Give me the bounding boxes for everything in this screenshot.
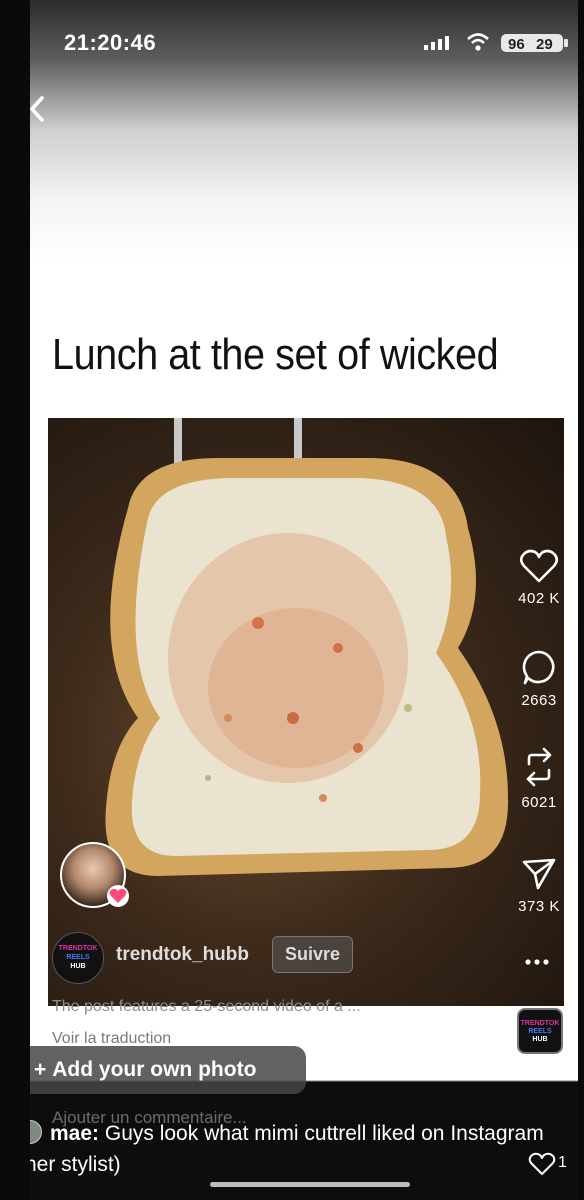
comment-action[interactable]: 2663 — [504, 648, 574, 709]
logo-line-2: REELS — [66, 954, 90, 961]
heart-badge-icon — [107, 885, 129, 907]
follow-button[interactable]: Suivre — [272, 936, 354, 973]
share-count: 373 K — [518, 898, 560, 915]
account-logo[interactable]: TRENDTOK REELS HUB — [52, 932, 104, 984]
status-bar: 21:20:46 96 29 — [30, 0, 578, 80]
caption-text: Guys look what mimi cuttrell liked on In… — [30, 1122, 544, 1176]
post-description[interactable]: The post features a 25-second video of a… — [52, 998, 361, 1016]
device-frame-right — [578, 0, 584, 1200]
more-options-icon[interactable] — [524, 956, 550, 968]
home-indicator — [210, 1182, 410, 1187]
corner-logo-line-3: HUB — [532, 1036, 548, 1043]
corner-logo-line-1: TRENDTOK — [520, 1020, 560, 1027]
back-arrow-icon[interactable] — [30, 92, 56, 126]
repost-action[interactable]: 6021 — [504, 746, 574, 811]
repost-count: 6021 — [521, 794, 557, 811]
commenter-avatar[interactable] — [30, 1120, 42, 1144]
bread-slice-image — [105, 418, 509, 876]
heart-outline-icon — [519, 549, 559, 583]
signal-icon — [424, 36, 449, 50]
comment-count: 2663 — [521, 692, 557, 709]
video-player[interactable] — [48, 418, 564, 1006]
caption-like-count: 1 — [558, 1154, 567, 1171]
post-headline: Lunch at the set of wicked — [52, 330, 499, 379]
repost-icon — [526, 747, 552, 787]
caption-author[interactable]: mae — [50, 1122, 92, 1145]
like-count: 402 K — [518, 590, 560, 607]
send-icon — [522, 858, 556, 890]
add-photo-label: Add your own photo — [52, 1058, 257, 1081]
corner-channel-logo[interactable]: TRENDTOK REELS HUB — [517, 1008, 563, 1054]
device-frame-left — [0, 0, 30, 1200]
account-username[interactable]: trendtok_hubb — [116, 944, 249, 966]
battery-icon: 96 29 — [501, 34, 568, 53]
wifi-icon — [467, 33, 489, 51]
add-photo-button[interactable]: + Add your own photo — [30, 1046, 306, 1094]
screen: 21:20:46 96 29 Lunch at the set of wicke… — [30, 0, 578, 1200]
plus-icon: + — [34, 1058, 47, 1081]
like-action[interactable]: 402 K — [504, 548, 574, 607]
status-time: 21:20:46 — [64, 30, 157, 55]
caption-overlay: mae: Guys look what mimi cuttrell liked … — [30, 1118, 578, 1180]
corner-logo-line-2: REELS — [528, 1028, 552, 1035]
share-action[interactable]: 373 K — [504, 856, 574, 915]
logo-line-3: HUB — [70, 963, 86, 970]
logo-line-1: TRENDTOK — [58, 945, 98, 952]
battery-percent: 96 — [508, 36, 525, 53]
caption-heart-icon[interactable] — [528, 1152, 556, 1176]
comment-bubble-icon — [522, 650, 555, 685]
battery-level: 29 — [536, 36, 553, 53]
